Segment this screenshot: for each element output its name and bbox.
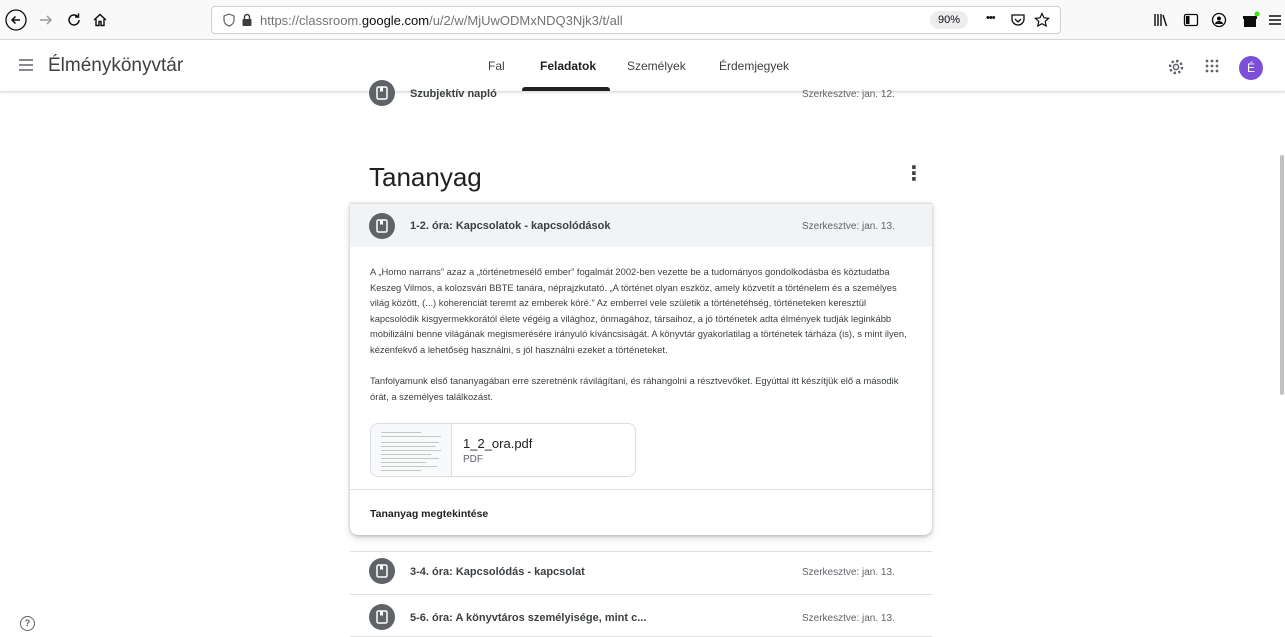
header-shadow-mask: [0, 40, 1285, 92]
material-icon: [369, 213, 395, 239]
help-icon-glyph: ?: [24, 618, 31, 628]
tracking-shield-icon[interactable]: [222, 13, 236, 32]
address-bar[interactable]: https://classroom.google.com/u/2/w/MjUwO…: [211, 6, 1061, 34]
description-paragraph: Tanfolyamunk első tananyagában erre szer…: [370, 375, 899, 402]
material-card-header[interactable]: 1-2. óra: Kapcsolatok - kapcsolódások Sz…: [350, 203, 932, 247]
attachment-name: 1_2_ora.pdf: [463, 436, 533, 451]
topic-title: Tananyag: [369, 162, 482, 192]
divider: [350, 489, 932, 490]
view-material-link[interactable]: Tananyag megtekintése: [370, 508, 488, 520]
url-text[interactable]: https://classroom.google.com/u/2/w/MjUwO…: [260, 13, 623, 28]
back-icon[interactable]: [4, 8, 28, 32]
material-icon: [369, 604, 395, 630]
browser-menu-icon[interactable]: [1268, 12, 1282, 33]
account-icon[interactable]: [1211, 12, 1227, 33]
pdf-attachment[interactable]: 1_2_ora.pdf PDF: [370, 423, 636, 477]
sidebar-icon[interactable]: [1183, 12, 1199, 33]
home-icon[interactable]: [88, 8, 112, 32]
help-icon[interactable]: ?: [20, 616, 35, 631]
material-card-expanded: 1-2. óra: Kapcsolatok - kapcsolódások Sz…: [350, 203, 932, 535]
reload-icon[interactable]: [62, 8, 86, 32]
page-actions-icon[interactable]: •••: [986, 12, 996, 24]
list-item-edited: Szerkesztve: jan. 13.: [802, 567, 895, 578]
material-description: A „Homo narrans” azaz a „történetmesélő …: [370, 264, 910, 404]
pocket-icon[interactable]: [1010, 12, 1026, 33]
extension-gift-icon[interactable]: [1242, 11, 1260, 34]
forward-icon[interactable]: [34, 8, 58, 32]
scrollbar[interactable]: [1280, 155, 1284, 395]
browser-toolbar: https://classroom.google.com/u/2/w/MjUwO…: [0, 0, 1285, 40]
list-item-edited: Szerkesztve: jan. 13.: [802, 613, 895, 624]
bookmark-star-icon[interactable]: [1034, 12, 1050, 33]
material-icon: [369, 558, 395, 584]
description-paragraph: A „Homo narrans” azaz a „történetmesélő …: [370, 266, 907, 355]
list-item-title[interactable]: 3-4. óra: Kapcsolódás - kapcsolat: [410, 566, 585, 578]
list-item-title[interactable]: 5-6. óra: A könyvtáros személyisége, min…: [410, 612, 646, 624]
zoom-level-badge[interactable]: 90%: [930, 11, 969, 29]
divider: [350, 551, 932, 552]
lock-icon[interactable]: [241, 13, 253, 32]
attachment-type: PDF: [463, 454, 483, 465]
pdf-thumbnail: [371, 424, 452, 476]
material-title[interactable]: 1-2. óra: Kapcsolatok - kapcsolódások: [410, 220, 611, 232]
library-icon[interactable]: [1153, 12, 1169, 33]
topic-more-icon[interactable]: ⋮: [904, 161, 924, 186]
material-edited: Szerkesztve: jan. 13.: [802, 221, 895, 232]
divider: [350, 594, 932, 595]
